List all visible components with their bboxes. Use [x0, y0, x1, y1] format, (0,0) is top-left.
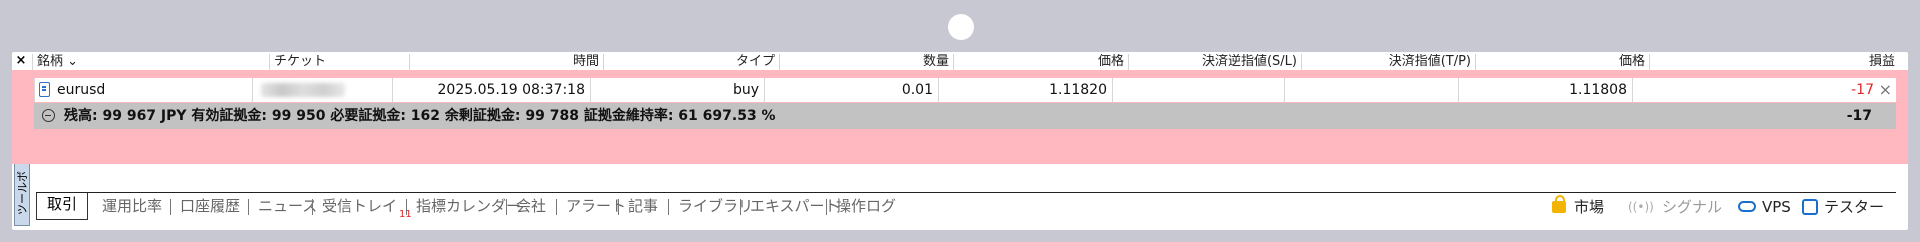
market-button[interactable]: 市場 [1552, 195, 1612, 219]
toolbox-side-tab[interactable]: ツールボ [14, 162, 30, 226]
position-tp[interactable] [1284, 78, 1458, 102]
tab-mailbox[interactable]: 受信トレイ11 [322, 195, 412, 220]
tester-button[interactable]: テスター [1802, 195, 1885, 219]
signals-label: シグナル [1662, 198, 1723, 216]
right-tools: 市場 ((•)) シグナル VPS テスター [1552, 195, 1885, 219]
tab-mailbox-label: 受信トレイ [322, 197, 398, 215]
position-open-price: 1.11820 [938, 78, 1112, 102]
signal-icon: ((•)) [1628, 200, 1654, 214]
account-summary-text: 残高: 99 967 JPY 有効証拠金: 99 950 必要証拠金: 162 … [64, 108, 776, 124]
tab-articles[interactable]: 記事 [628, 195, 658, 219]
account-summary-total: -17 [1846, 108, 1872, 124]
table-row[interactable]: eurusd 2025.05.19 08:37:18 buy 0.01 1.11… [34, 78, 1896, 102]
toolbox-side-label: ツールボ [16, 171, 29, 215]
toolbox-panel: × ツールボ 銘柄 ⌄ チケット 時間 タイプ 数量 価格 決済逆指値(S/L)… [12, 52, 1908, 230]
tab-journal[interactable]: 操作ログ [836, 195, 896, 219]
position-symbol-cell: eurusd [34, 78, 252, 102]
tester-label: テスター [1824, 198, 1885, 216]
redacted-ticket [261, 83, 345, 97]
signals-button[interactable]: ((•)) シグナル [1628, 195, 1724, 219]
tab-history[interactable]: 口座履歴 [180, 195, 240, 219]
vps-label: VPS [1762, 198, 1791, 216]
chip-icon [1802, 199, 1818, 215]
position-current-price: 1.11808 [1458, 78, 1632, 102]
position-ticket-cell [252, 78, 392, 102]
lock-icon [1552, 195, 1566, 213]
position-sl[interactable] [1112, 78, 1284, 102]
tab-alerts[interactable]: アラート [566, 195, 626, 219]
collapse-icon[interactable] [42, 109, 55, 122]
position-symbol: eurusd [57, 82, 106, 98]
tab-company[interactable]: 会社 [516, 195, 546, 219]
position-time: 2025.05.19 08:37:18 [392, 78, 590, 102]
position-profit: -17 [1632, 78, 1874, 102]
vps-button[interactable]: VPS [1738, 195, 1798, 219]
cloud-icon [1738, 201, 1756, 212]
position-volume: 0.01 [764, 78, 938, 102]
market-label: 市場 [1574, 198, 1605, 216]
position-type: buy [590, 78, 764, 102]
account-summary-row: 残高: 99 967 JPY 有効証拠金: 99 950 必要証拠金: 162 … [34, 103, 1896, 129]
terminal-tabs: 取引 運用比率 口座履歴 ニュース 受信トレイ11 指標カレンダー 会社 アラー… [36, 192, 1896, 221]
window-handle-dot[interactable] [948, 14, 974, 40]
close-position-icon[interactable]: × [1879, 78, 1892, 102]
tab-news[interactable]: ニュース [258, 195, 317, 219]
tab-library[interactable]: ライブラリ [678, 195, 753, 219]
tab-exposure[interactable]: 運用比率 [102, 195, 162, 219]
tab-trade[interactable]: 取引 [36, 193, 89, 220]
trade-terminal-screenshot: × ツールボ 銘柄 ⌄ チケット 時間 タイプ 数量 価格 決済逆指値(S/L)… [0, 0, 1920, 242]
document-icon [39, 82, 50, 97]
close-icon[interactable]: × [14, 54, 28, 68]
